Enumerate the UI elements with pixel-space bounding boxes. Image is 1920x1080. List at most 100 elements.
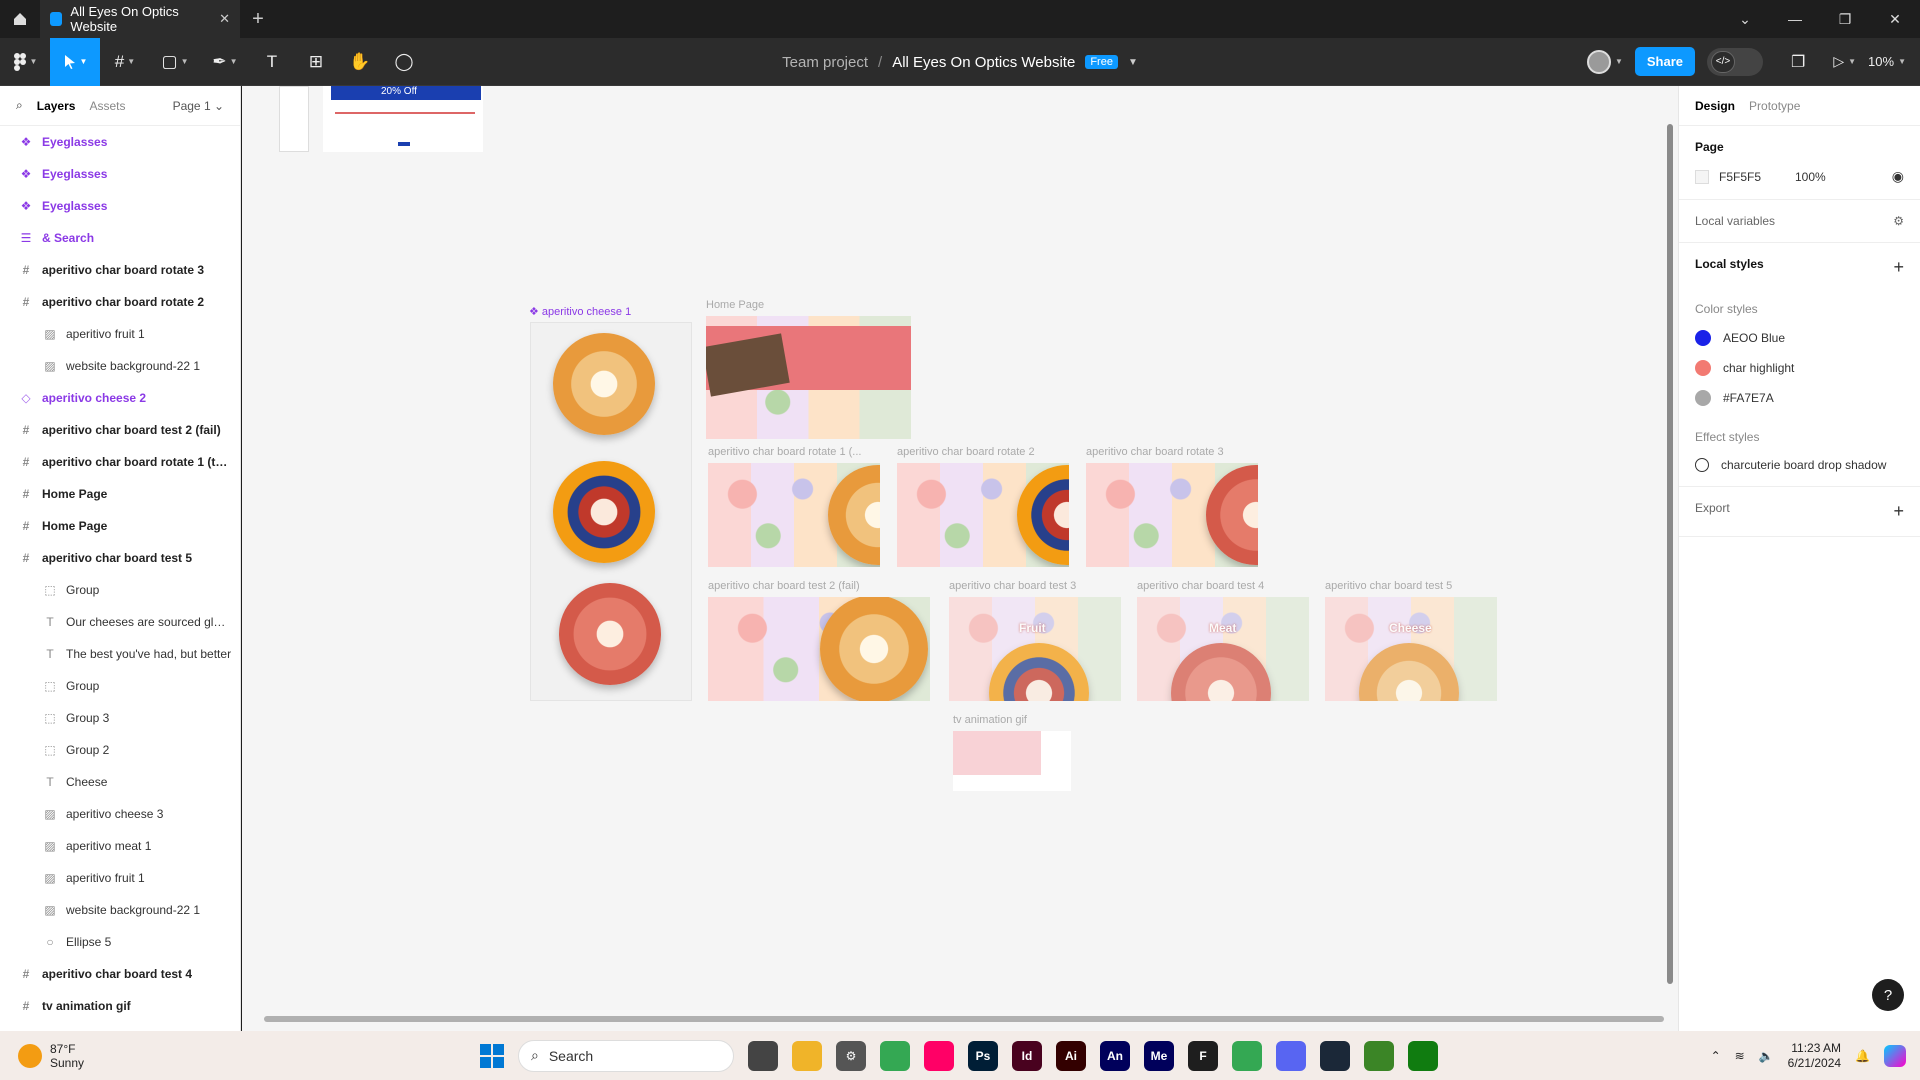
taskbar-app-icon[interactable] bbox=[792, 1040, 822, 1071]
frame-test-5[interactable]: Cheese bbox=[1325, 597, 1497, 701]
layer-item[interactable]: ⬚ Group bbox=[0, 574, 240, 606]
color-style-item[interactable]: char highlight bbox=[1695, 360, 1904, 376]
taskbar-app-icon[interactable] bbox=[748, 1040, 778, 1071]
horizontal-scrollbar[interactable] bbox=[264, 1016, 1664, 1022]
tab-design[interactable]: Design bbox=[1695, 99, 1735, 113]
frame-eyeglasses-sidebar[interactable] bbox=[279, 86, 309, 152]
tray-chevron-icon[interactable]: ⌃ bbox=[1711, 1049, 1721, 1063]
close-tab-icon[interactable]: ✕ bbox=[219, 11, 230, 27]
layer-item[interactable]: # Home Page bbox=[0, 510, 240, 542]
layer-item[interactable]: ○ Ellipse 5 bbox=[0, 926, 240, 958]
layer-item[interactable]: ❖ Eyeglasses bbox=[0, 158, 240, 190]
tab-prototype[interactable]: Prototype bbox=[1749, 99, 1800, 113]
layer-item[interactable]: T Cheese bbox=[0, 766, 240, 798]
label-aperitivo-cheese-1[interactable]: ❖ aperitivo cheese 1 bbox=[529, 305, 631, 318]
layer-item[interactable]: ☰ & Search bbox=[0, 222, 240, 254]
color-style-item[interactable]: AEOO Blue bbox=[1695, 330, 1904, 346]
taskbar-app-icon[interactable]: Me bbox=[1144, 1040, 1174, 1071]
close-window-button[interactable]: ✕ bbox=[1870, 0, 1920, 38]
layer-item[interactable]: T Our cheeses are sourced glob... bbox=[0, 606, 240, 638]
taskbar-app-icon[interactable] bbox=[1364, 1040, 1394, 1071]
avatar[interactable] bbox=[1586, 49, 1611, 74]
main-menu-button[interactable]: ▼ bbox=[0, 38, 50, 86]
frame-rotate-3[interactable] bbox=[1086, 463, 1258, 567]
visibility-eye-icon[interactable]: ◉ bbox=[1892, 168, 1904, 185]
label-test-3[interactable]: aperitivo char board test 3 bbox=[949, 580, 1076, 592]
frame-tv-animation[interactable] bbox=[953, 731, 1071, 791]
layer-item[interactable]: T The best you've had, but better bbox=[0, 638, 240, 670]
color-style-item[interactable]: #FA7E7A bbox=[1695, 390, 1904, 406]
variables-settings-icon[interactable]: ⚙ bbox=[1893, 214, 1904, 228]
taskbar-app-icon[interactable] bbox=[1408, 1040, 1438, 1071]
notification-bell-icon[interactable]: 🔔 bbox=[1855, 1049, 1870, 1063]
layer-item[interactable]: # tv animation gif bbox=[0, 990, 240, 1022]
layer-item[interactable]: ▨ website background-22 1 bbox=[0, 894, 240, 926]
layer-item[interactable]: # aperitivo char board test 5 bbox=[0, 542, 240, 574]
label-test-5[interactable]: aperitivo char board test 5 bbox=[1325, 580, 1452, 592]
layer-item[interactable]: # aperitivo char board test 4 bbox=[0, 958, 240, 990]
avatar-chevron-icon[interactable]: ▼ bbox=[1615, 57, 1623, 66]
label-rotate-2[interactable]: aperitivo char board rotate 2 bbox=[897, 446, 1035, 458]
frame-test-4[interactable]: Meat bbox=[1137, 597, 1309, 701]
page-color-value[interactable]: F5F5F5 bbox=[1719, 170, 1783, 184]
label-rotate-3[interactable]: aperitivo char board rotate 3 bbox=[1086, 446, 1224, 458]
layer-item[interactable]: # aperitivo char board rotate 2 bbox=[0, 286, 240, 318]
comment-tool-button[interactable]: ◯ bbox=[382, 38, 426, 86]
taskbar-app-icon[interactable]: An bbox=[1100, 1040, 1130, 1071]
library-book-icon[interactable]: ❐ bbox=[1791, 52, 1805, 72]
layer-item[interactable]: # aperitivo char board rotate 3 bbox=[0, 254, 240, 286]
layer-item[interactable]: ▨ website background-22 1 bbox=[0, 350, 240, 382]
label-home-page[interactable]: Home Page bbox=[706, 299, 764, 311]
layer-item[interactable]: ⬚ Group 2 bbox=[0, 734, 240, 766]
file-name[interactable]: All Eyes On Optics Website bbox=[892, 54, 1075, 71]
present-play-icon[interactable]: ▷ bbox=[1833, 53, 1844, 70]
weather-widget[interactable]: 87°F Sunny bbox=[0, 1042, 84, 1070]
layer-item[interactable]: ▨ aperitivo fruit 1 bbox=[0, 318, 240, 350]
tabs-dropdown-icon[interactable]: ⌄ bbox=[1720, 0, 1770, 38]
tab-layers[interactable]: Layers bbox=[37, 99, 76, 113]
taskbar-app-icon[interactable]: Id bbox=[1012, 1040, 1042, 1071]
zoom-chevron-icon[interactable]: ▼ bbox=[1898, 57, 1906, 66]
taskbar-app-icon[interactable]: ⚙ bbox=[836, 1040, 866, 1071]
tab-assets[interactable]: Assets bbox=[89, 99, 125, 113]
label-test-4[interactable]: aperitivo char board test 4 bbox=[1137, 580, 1264, 592]
taskbar-app-icon[interactable] bbox=[924, 1040, 954, 1071]
taskbar-app-icon[interactable]: Ai bbox=[1056, 1040, 1086, 1071]
layer-item[interactable]: ⬚ Group 3 bbox=[0, 702, 240, 734]
design-canvas[interactable]: 20% Off ❖ aperitivo cheese 1 Home Page a… bbox=[242, 86, 1678, 1031]
new-tab-button[interactable]: + bbox=[240, 8, 276, 31]
windows-start-icon[interactable] bbox=[480, 1043, 504, 1068]
layer-item[interactable]: ◇ aperitivo cheese 2 bbox=[0, 382, 240, 414]
frame-tool-button[interactable]: # ▼ bbox=[100, 38, 150, 86]
text-tool-button[interactable]: T bbox=[250, 38, 294, 86]
taskbar-app-icon[interactable] bbox=[1320, 1040, 1350, 1071]
layer-item[interactable]: # aperitivo char board test 2 (fail) bbox=[0, 414, 240, 446]
layer-item[interactable]: ▨ aperitivo cheese 3 bbox=[0, 798, 240, 830]
layer-item[interactable]: # aperitivo char board rotate 1 (test ... bbox=[0, 446, 240, 478]
tab-file[interactable]: All Eyes On Optics Website ✕ bbox=[40, 0, 240, 38]
wifi-icon[interactable]: ≋ bbox=[1735, 1049, 1745, 1063]
frame-test-3[interactable]: Fruit bbox=[949, 597, 1121, 701]
frame-rotate-1[interactable] bbox=[708, 463, 880, 567]
add-export-plus-icon[interactable]: + bbox=[1893, 501, 1904, 522]
dev-mode-toggle[interactable]: </> bbox=[1707, 47, 1763, 76]
layer-item[interactable]: # Home Page bbox=[0, 478, 240, 510]
layer-item[interactable]: ▨ aperitivo fruit 1 bbox=[0, 862, 240, 894]
file-menu-chevron-icon[interactable]: ▼ bbox=[1128, 57, 1138, 68]
taskbar-search[interactable]: ⌕ Search bbox=[518, 1039, 734, 1072]
frame-home-page[interactable] bbox=[706, 316, 911, 439]
layer-item[interactable]: ▨ aperitivo meat 1 bbox=[0, 830, 240, 862]
component-aperitivo-cheese-1[interactable] bbox=[530, 322, 692, 701]
label-tv-animation[interactable]: tv animation gif bbox=[953, 714, 1027, 726]
taskbar-app-icon[interactable] bbox=[1276, 1040, 1306, 1071]
speaker-icon[interactable]: 🔈 bbox=[1759, 1049, 1774, 1063]
effect-style-item[interactable]: charcuterie board drop shadow bbox=[1695, 458, 1904, 472]
home-icon[interactable] bbox=[0, 0, 40, 38]
shape-tool-button[interactable]: ▢ ▼ bbox=[150, 38, 200, 86]
search-icon[interactable]: ⌕ bbox=[16, 98, 23, 113]
team-project-link[interactable]: Team project bbox=[782, 54, 868, 71]
help-button[interactable]: ? bbox=[1872, 979, 1904, 1011]
layer-item[interactable]: ❖ Eyeglasses bbox=[0, 190, 240, 222]
minimize-button[interactable]: — bbox=[1770, 0, 1820, 38]
zoom-level[interactable]: 10% bbox=[1868, 54, 1894, 69]
